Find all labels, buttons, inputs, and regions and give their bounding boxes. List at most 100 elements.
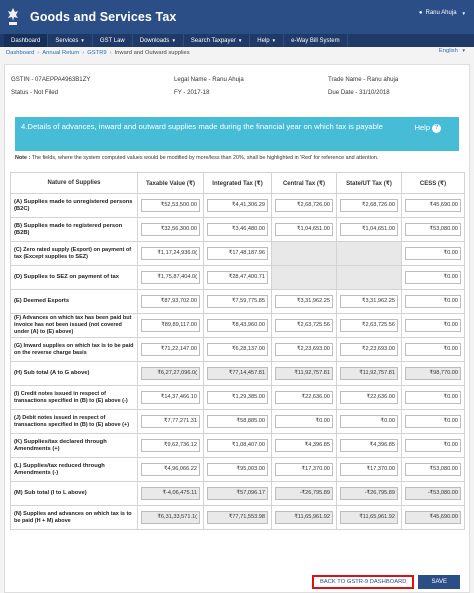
computed-value-field: ₹98,770.00 [405, 367, 461, 380]
value-input[interactable]: ₹0.00 [405, 247, 461, 260]
value-input[interactable]: ₹53,080.00 [405, 223, 461, 236]
back-to-dashboard-button[interactable]: BACK TO GSTR-9 DASHBOARD [312, 575, 415, 589]
value-input[interactable]: ₹9,62,736.12 [141, 439, 200, 452]
breadcrumb: Dashboard › Annual Return › GSTR9 › Inwa… [0, 47, 474, 59]
value-cell: ₹1,04,651.00 [271, 217, 337, 242]
value-input[interactable]: ₹0.00 [405, 391, 461, 404]
value-input[interactable]: ₹2,23,693.00 [340, 343, 398, 356]
row-label: (H) Sub total (A to G above) [10, 361, 138, 386]
value-input[interactable]: ₹58,885.00 [207, 415, 268, 428]
value-input[interactable]: ₹4,396.85 [340, 439, 398, 452]
value-input[interactable]: ₹1,75,87,404.0( [141, 271, 200, 284]
value-input[interactable]: ₹3,46,480.00 [207, 223, 268, 236]
value-input[interactable]: ₹7,59,775.85 [207, 295, 268, 308]
table-row: (D) Supplies to SEZ on payment of tax ₹1,… [10, 265, 465, 290]
value-input[interactable]: ₹1,04,651.00 [275, 223, 333, 236]
value-input[interactable]: ₹1,08,407.00 [207, 439, 268, 452]
value-input[interactable]: ₹0.00 [405, 439, 461, 452]
value-input[interactable]: ₹8,43,960.00 [207, 319, 268, 332]
value-input[interactable]: ₹2,23,693.00 [275, 343, 333, 356]
value-input[interactable]: ₹0.00 [275, 415, 333, 428]
value-input[interactable]: ₹17,370.00 [340, 463, 398, 476]
value-input[interactable]: ₹22,636.00 [275, 391, 333, 404]
save-button[interactable]: SAVE [418, 575, 460, 589]
nav-dashboard[interactable]: Dashboard [4, 34, 49, 47]
value-input[interactable]: ₹0.00 [405, 415, 461, 428]
nav-downloads[interactable]: Downloads ▼ [133, 34, 184, 47]
value-input[interactable]: ₹4,96,066.22 [141, 463, 200, 476]
supplies-table: Nature of Supplies Taxable Value (₹) Int… [10, 172, 465, 530]
value-input[interactable]: ₹89,89,117.00 [141, 319, 200, 332]
value-input[interactable]: ₹71,22,147.00 [141, 343, 200, 356]
value-input[interactable]: ₹45,690.00 [405, 199, 461, 212]
nav-eway-bill[interactable]: e-Way Bill System [284, 34, 348, 47]
value-input[interactable]: ₹6,28,137.00 [207, 343, 268, 356]
value-cell: ₹4,396.85 [271, 433, 337, 458]
value-input[interactable]: ₹2,63,725.56 [275, 319, 333, 332]
site-header: Goods and Services Tax ● Ranu Ahuja ▼ [0, 0, 474, 34]
value-input[interactable]: ₹0.00 [405, 271, 461, 284]
value-input[interactable]: ₹0.00 [340, 415, 398, 428]
value-input[interactable]: ₹53,080.00 [405, 463, 461, 476]
col-header-integrated-tax: Integrated Tax (₹) [203, 172, 272, 194]
value-input[interactable]: ₹4,41,306.29 [207, 199, 268, 212]
value-input[interactable]: ₹87,93,702.00 [141, 295, 200, 308]
value-input[interactable]: ₹22,636.00 [340, 391, 398, 404]
language-selector[interactable]: English ▼ [439, 48, 466, 54]
value-input[interactable]: ₹7,77,271.31 [141, 415, 200, 428]
value-cell: ₹0.00 [401, 409, 465, 434]
value-input[interactable]: ₹32,56,300.00 [141, 223, 200, 236]
row-label: (B) Supplies made to registered person (… [10, 217, 138, 242]
value-input[interactable]: ₹1,17,24,936.0( [141, 247, 200, 260]
value-input[interactable]: ₹0.00 [405, 295, 461, 308]
breadcrumb-current: Inward and Outward supplies [114, 50, 190, 56]
financial-year: FY - 2017-18 [174, 89, 210, 96]
nav-search-taxpayer[interactable]: Search Taxpayer ▼ [184, 34, 251, 47]
breadcrumb-gstr9[interactable]: GSTR9 [87, 50, 106, 56]
value-input[interactable]: ₹3,31,962.25 [275, 295, 333, 308]
value-cell: ₹0.00 [271, 409, 337, 434]
value-input[interactable]: ₹17,48,187.96 [207, 247, 268, 260]
col-header-central-tax: Central Tax (₹) [271, 172, 337, 194]
disabled-cell [336, 241, 402, 266]
value-input[interactable]: ₹28,47,400.71 [207, 271, 268, 284]
value-cell: ₹1,75,87,404.0( [137, 265, 204, 290]
value-input[interactable]: ₹2,68,726.00 [275, 199, 333, 212]
value-cell: ₹52,53,500.00 [137, 193, 204, 218]
filing-status: Status - Not Filed [11, 89, 59, 96]
table-row: (B) Supplies made to registered person (… [10, 217, 465, 242]
value-input[interactable]: ₹1,04,651.00 [340, 223, 398, 236]
value-input[interactable]: ₹52,53,500.00 [141, 199, 200, 212]
nav-services[interactable]: Services ▼ [48, 34, 93, 47]
nav-gst-law[interactable]: GST Law [93, 34, 133, 47]
value-cell: ₹0.00 [401, 433, 465, 458]
value-input[interactable]: ₹1,29,385.00 [207, 391, 268, 404]
col-header-nature: Nature of Supplies [10, 172, 138, 194]
value-input[interactable]: ₹14,37,466.10 [141, 391, 200, 404]
nav-help[interactable]: Help ▼ [250, 34, 285, 47]
value-input[interactable]: ₹0.00 [405, 343, 461, 356]
value-input[interactable]: ₹17,370.00 [275, 463, 333, 476]
breadcrumb-annual-return[interactable]: Annual Return [42, 50, 79, 56]
value-input[interactable]: ₹2,63,725.56 [340, 319, 398, 332]
value-cell: ₹0.00 [401, 385, 465, 410]
value-input[interactable]: ₹2,68,726.00 [340, 199, 398, 212]
value-input[interactable]: ₹95,003.00 [207, 463, 268, 476]
national-emblem-icon[interactable] [6, 7, 20, 27]
computed-value-field: ₹6,31,33,571.1( [141, 511, 200, 524]
value-input[interactable]: ₹4,396.85 [275, 439, 333, 452]
computed-value-field: ₹6,27,27,096.0( [141, 367, 200, 380]
taxpayer-info: GSTIN - 07AEPPA4963B1ZY Legal Name - Ran… [5, 65, 469, 99]
site-title[interactable]: Goods and Services Tax [30, 10, 176, 24]
value-input[interactable]: ₹3,31,962.25 [340, 295, 398, 308]
help-link[interactable]: Help ? [415, 123, 441, 133]
value-cell: -₹26,795.89 [271, 481, 337, 506]
value-cell: ₹53,080.00 [401, 457, 465, 482]
value-input[interactable]: ₹0.00 [405, 319, 461, 332]
breadcrumb-dashboard[interactable]: Dashboard [6, 50, 34, 56]
value-cell: ₹98,770.00 [401, 361, 465, 386]
row-label: (E) Deemed Exports [10, 289, 138, 314]
value-cell: ₹0.00 [336, 409, 402, 434]
user-menu[interactable]: ● Ranu Ahuja ▼ [419, 10, 466, 16]
due-date: Due Date - 31/10/2018 [328, 89, 390, 96]
